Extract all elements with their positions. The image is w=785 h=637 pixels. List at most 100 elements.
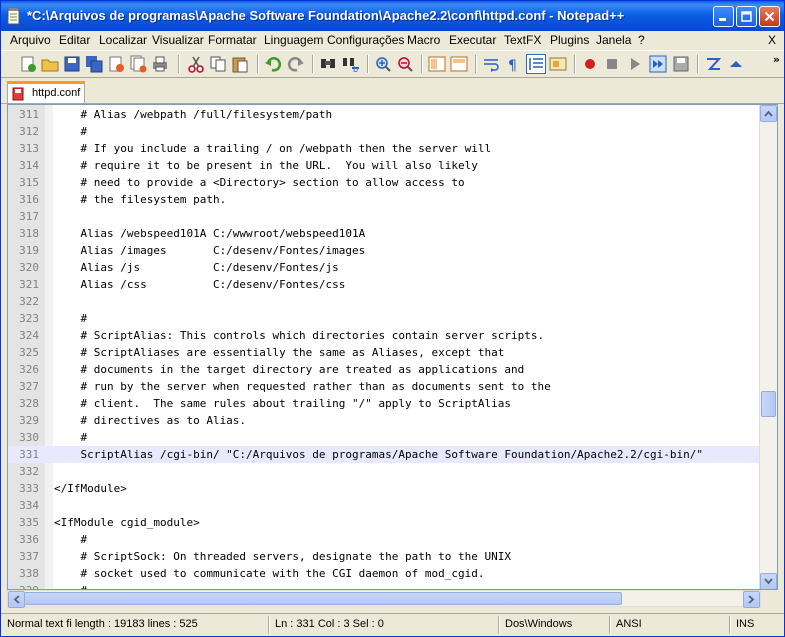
- save-macro-icon[interactable]: [672, 55, 690, 73]
- line-text[interactable]: Alias /images C:/desenv/Fontes/images: [54, 242, 365, 259]
- menu-visualizar[interactable]: Visualizar: [152, 33, 204, 47]
- menu-configuracoes[interactable]: Configurações: [327, 33, 404, 47]
- undo-icon[interactable]: [264, 55, 282, 73]
- editor-line[interactable]: 314 # require it to be present in the UR…: [8, 157, 761, 174]
- new-file-icon[interactable]: [19, 55, 37, 73]
- stop-macro-icon[interactable]: [603, 55, 621, 73]
- find-icon[interactable]: [319, 55, 337, 73]
- line-text[interactable]: # socket used to communicate with the CG…: [54, 565, 484, 582]
- cut-icon[interactable]: [187, 55, 205, 73]
- show-all-chars-icon[interactable]: ¶: [504, 55, 522, 73]
- line-text[interactable]: # the filesystem path.: [54, 191, 226, 208]
- horizontal-scrollbar[interactable]: [7, 590, 761, 608]
- line-text[interactable]: Alias /js C:/desenv/Fontes/js: [54, 259, 338, 276]
- zoom-in-icon[interactable]: [374, 55, 392, 73]
- editor-line[interactable]: 335 <IfModule cgid_module>: [8, 514, 761, 531]
- line-text[interactable]: # If you include a trailing / on /webpat…: [54, 140, 491, 157]
- menu-plugins[interactable]: Plugins: [550, 33, 589, 47]
- maximize-button[interactable]: [736, 6, 757, 27]
- word-wrap-icon[interactable]: [482, 55, 500, 73]
- minimize-button[interactable]: [713, 6, 734, 27]
- menu-localizar[interactable]: Localizar: [99, 33, 147, 47]
- redo-icon[interactable]: [287, 55, 305, 73]
- scroll-left-button[interactable]: [8, 591, 25, 608]
- editor-line[interactable]: 328 # client. The same rules about trail…: [8, 395, 761, 412]
- editor-line[interactable]: 320 Alias /js C:/desenv/Fontes/js: [8, 259, 761, 276]
- record-macro-icon[interactable]: [581, 55, 599, 73]
- editor-line[interactable]: 334: [8, 497, 761, 514]
- line-text[interactable]: Alias /webspeed101A C:/wwwroot/webspeed1…: [54, 225, 365, 242]
- editor-line[interactable]: 322: [8, 293, 761, 310]
- line-text[interactable]: ScriptAlias /cgi-bin/ "C:/Arquivos de pr…: [54, 446, 703, 463]
- editor-line[interactable]: 311 # Alias /webpath /full/filesystem/pa…: [8, 106, 761, 123]
- collapse-icon[interactable]: [727, 55, 745, 73]
- menu-editar[interactable]: Editar: [59, 33, 90, 47]
- menu-formatar[interactable]: Formatar: [208, 33, 257, 47]
- editor-line[interactable]: 316 # the filesystem path.: [8, 191, 761, 208]
- save-icon[interactable]: [63, 55, 81, 73]
- line-text[interactable]: # need to provide a <Directory> section …: [54, 174, 464, 191]
- editor-line[interactable]: 338 # socket used to communicate with th…: [8, 565, 761, 582]
- editor-lines[interactable]: 311 # Alias /webpath /full/filesystem/pa…: [8, 106, 761, 589]
- zoom-out-icon[interactable]: [396, 55, 414, 73]
- editor-line[interactable]: 337 # ScriptSock: On threaded servers, d…: [8, 548, 761, 565]
- open-file-icon[interactable]: [41, 55, 59, 73]
- save-all-icon[interactable]: [85, 55, 103, 73]
- vertical-scroll-thumb[interactable]: [761, 391, 776, 417]
- line-text[interactable]: # ScriptAlias: This controls which direc…: [54, 327, 544, 344]
- sync-horizontal-icon[interactable]: [450, 55, 468, 73]
- line-text[interactable]: Alias /css C:/desenv/Fontes/css: [54, 276, 345, 293]
- toolbar-overflow-chevron[interactable]: »: [773, 53, 780, 66]
- editor-line[interactable]: 324 # ScriptAlias: This controls which d…: [8, 327, 761, 344]
- editor-line[interactable]: 330 #: [8, 429, 761, 446]
- scroll-right-button[interactable]: [743, 591, 760, 608]
- close-all-icon[interactable]: [129, 55, 147, 73]
- tab-httpd-conf[interactable]: httpd.conf: [7, 81, 85, 103]
- copy-icon[interactable]: [209, 55, 227, 73]
- indent-guide-icon[interactable]: [526, 54, 546, 74]
- editor-line[interactable]: 317: [8, 208, 761, 225]
- editor-line[interactable]: 336 #: [8, 531, 761, 548]
- line-text[interactable]: </IfModule>: [54, 480, 127, 497]
- menu-close-document[interactable]: X: [768, 33, 776, 47]
- line-text[interactable]: # ScriptAliases are essentially the same…: [54, 344, 504, 361]
- editor-line[interactable]: 329 # directives as to Alias.: [8, 412, 761, 429]
- run-macro-multiple-icon[interactable]: [649, 55, 667, 73]
- close-file-icon[interactable]: [107, 55, 125, 73]
- user-lang-icon[interactable]: [549, 55, 567, 73]
- line-text[interactable]: #: [54, 531, 87, 548]
- menu-arquivo[interactable]: Arquivo: [10, 33, 51, 47]
- scroll-up-button[interactable]: [760, 105, 777, 122]
- vertical-scrollbar[interactable]: [759, 105, 777, 589]
- line-text[interactable]: # documents in the target directory are …: [54, 361, 524, 378]
- play-macro-icon[interactable]: [626, 55, 644, 73]
- editor-line[interactable]: 318 Alias /webspeed101A C:/wwwroot/websp…: [8, 225, 761, 242]
- line-text[interactable]: <IfModule cgid_module>: [54, 514, 200, 531]
- sync-vertical-icon[interactable]: [428, 55, 446, 73]
- line-text[interactable]: # ScriptSock: On threaded servers, desig…: [54, 548, 510, 565]
- editor-line[interactable]: 332: [8, 463, 761, 480]
- menu-textfx[interactable]: TextFX: [504, 33, 541, 47]
- editor-line[interactable]: 331 ScriptAlias /cgi-bin/ "C:/Arquivos d…: [8, 446, 761, 463]
- editor-line[interactable]: 323 #: [8, 310, 761, 327]
- horizontal-scroll-thumb[interactable]: [24, 592, 622, 605]
- text-editor[interactable]: 311 # Alias /webpath /full/filesystem/pa…: [7, 104, 778, 590]
- line-text[interactable]: # run by the server when requested rathe…: [54, 378, 550, 395]
- line-text[interactable]: # require it to be present in the URL. Y…: [54, 157, 477, 174]
- editor-line[interactable]: 313 # If you include a trailing / on /we…: [8, 140, 761, 157]
- print-icon[interactable]: [151, 55, 169, 73]
- scroll-down-button[interactable]: [760, 573, 777, 589]
- editor-line[interactable]: 327 # run by the server when requested r…: [8, 378, 761, 395]
- replace-icon[interactable]: b: [342, 55, 360, 73]
- editor-line[interactable]: 325 # ScriptAliases are essentially the …: [8, 344, 761, 361]
- editor-line[interactable]: 321 Alias /css C:/desenv/Fontes/css: [8, 276, 761, 293]
- line-text[interactable]: # Alias /webpath /full/filesystem/path: [54, 106, 332, 123]
- paste-icon[interactable]: [231, 55, 249, 73]
- line-text[interactable]: # directives as to Alias.: [54, 412, 246, 429]
- menu-executar[interactable]: Executar: [449, 33, 496, 47]
- menu-janela[interactable]: Janela: [596, 33, 631, 47]
- menu-linguagem[interactable]: Linguagem: [264, 33, 323, 47]
- textfx-icon[interactable]: [704, 55, 722, 73]
- line-text[interactable]: # client. The same rules about trailing …: [54, 395, 510, 412]
- line-text[interactable]: #: [54, 429, 87, 446]
